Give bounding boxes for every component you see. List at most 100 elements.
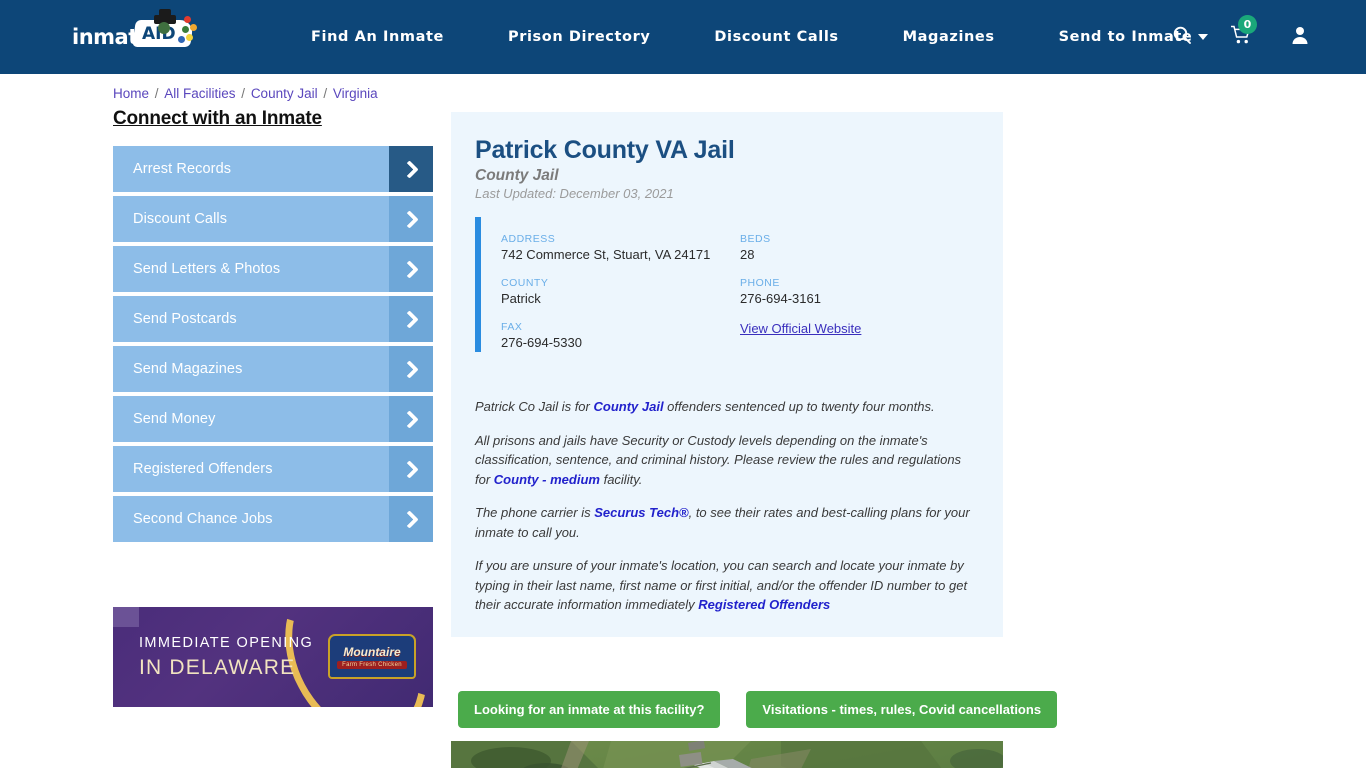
sidebar-item-label: Send Postcards — [133, 311, 237, 327]
nav-item-find-an-inmate[interactable]: Find An Inmate — [279, 29, 476, 45]
logo-dot-orange — [190, 24, 197, 31]
chevron-right-icon — [389, 246, 433, 292]
nav-label: Discount Calls — [714, 29, 839, 45]
address-label: ADDRESS — [501, 233, 556, 245]
sidebar-title: Connect with an Inmate — [113, 108, 322, 129]
facility-info-block: ADDRESS 742 Commerce St, Stuart, VA 2417… — [475, 217, 979, 383]
logo-dot-green — [182, 26, 189, 33]
official-website-link-wrap: View Official Website — [740, 321, 979, 336]
facility-description: Patrick Co Jail is for County Jail offen… — [451, 383, 1003, 637]
ad-subheadline: IN DELAWARE — [139, 656, 296, 679]
phone-value: 276-694-3161 — [740, 291, 821, 306]
link-county-medium[interactable]: County - medium — [494, 472, 600, 487]
sidebar-item-registered-offenders[interactable]: Registered Offenders — [113, 446, 433, 492]
sidebar-item-send-letters-photos[interactable]: Send Letters & Photos — [113, 246, 433, 292]
sidebar-item-label: Send Letters & Photos — [133, 261, 281, 277]
nav-label: Prison Directory — [508, 29, 651, 45]
link-securus-tech[interactable]: Securus Tech® — [594, 505, 688, 520]
phone-label: PHONE — [740, 277, 780, 289]
text-fragment: facility. — [599, 471, 643, 487]
sidebar: Connect with an Inmate Arrest Records Di… — [113, 108, 433, 546]
breadcrumb-separator: / — [151, 86, 163, 101]
breadcrumb-item-home[interactable]: Home — [113, 86, 149, 101]
breadcrumb: Home / All Facilities / County Jail / Vi… — [113, 86, 378, 101]
ad-advertiser-logo: Mountaire Farm Fresh Chicken — [328, 634, 416, 679]
county-value: Patrick — [501, 291, 541, 306]
facility-type: County Jail — [475, 167, 559, 184]
sidebar-item-label: Second Chance Jobs — [133, 511, 273, 527]
logo-dot-yellow — [186, 34, 193, 41]
cart-count-badge: 0 — [1238, 14, 1257, 34]
chevron-right-icon — [389, 296, 433, 342]
sidebar-item-label: Discount Calls — [133, 211, 228, 227]
cart-icon[interactable]: 0 — [1230, 14, 1257, 50]
primary-navigation: Find An Inmate Prison Directory Discount… — [279, 29, 1240, 45]
sidebar-item-label: Registered Offenders — [133, 461, 273, 477]
sidebar-item-send-money[interactable]: Send Money — [113, 396, 433, 442]
sidebar-item-label: Send Magazines — [133, 361, 243, 377]
breadcrumb-item-all-facilities[interactable]: All Facilities — [164, 86, 235, 101]
chevron-right-icon — [389, 446, 433, 492]
description-paragraph-2: All prisons and jails have Security or C… — [475, 431, 979, 490]
find-inmate-button[interactable]: Looking for an inmate at this facility? — [458, 691, 721, 728]
logo-dot-red — [184, 16, 191, 23]
logo-dot-blue — [178, 36, 185, 43]
county-label: COUNTY — [501, 277, 549, 289]
aerial-photo-graphic — [451, 741, 1003, 768]
fax-value: 276-694-5330 — [501, 335, 582, 350]
chevron-right-icon — [389, 346, 433, 392]
breadcrumb-separator: / — [237, 86, 249, 101]
chevron-right-icon — [389, 496, 433, 542]
chevron-right-icon — [389, 196, 433, 242]
link-county-jail[interactable]: County Jail — [593, 399, 663, 414]
sidebar-item-label: Send Money — [133, 411, 216, 427]
ad-brand-name: Mountaire — [343, 644, 401, 659]
info-column-right: BEDS 28 PHONE 276-694-3161 View Official… — [740, 233, 979, 365]
beds-value: 28 — [740, 247, 755, 262]
facility-detail-panel: Patrick County VA Jail County Jail Last … — [451, 112, 1003, 637]
logo-wordmark: inmate — [72, 25, 152, 49]
accent-bar — [475, 217, 481, 352]
ad-corner-accent — [113, 607, 139, 627]
sidebar-item-send-postcards[interactable]: Send Postcards — [113, 296, 433, 342]
beds-label: BEDS — [740, 233, 771, 245]
nav-label: Magazines — [902, 29, 995, 45]
page-title: Patrick County VA Jail — [475, 136, 735, 164]
logo-face-icon — [158, 22, 170, 34]
ad-headline: IMMEDIATE OPENING — [139, 635, 314, 651]
official-website-link[interactable]: View Official Website — [740, 321, 861, 336]
search-icon[interactable] — [1172, 25, 1192, 50]
text-fragment: The phone carrier is — [475, 505, 595, 520]
link-registered-offenders[interactable]: Registered Offenders — [698, 597, 830, 612]
text-fragment: offenders sentenced up to twenty four mo… — [663, 399, 935, 414]
breadcrumb-item-county-jail[interactable]: County Jail — [251, 86, 318, 101]
description-paragraph-4: If you are unsure of your inmate's locat… — [475, 556, 979, 615]
sidebar-item-send-magazines[interactable]: Send Magazines — [113, 346, 433, 392]
inmateaid-logo[interactable]: inmate AID — [72, 9, 197, 60]
sidebar-item-label: Arrest Records — [133, 161, 232, 177]
sidebar-item-discount-calls[interactable]: Discount Calls — [113, 196, 433, 242]
description-paragraph-3: The phone carrier is Securus Tech®, to s… — [475, 503, 979, 542]
nav-item-discount-calls[interactable]: Discount Calls — [682, 29, 870, 45]
sidebar-item-second-chance-jobs[interactable]: Second Chance Jobs — [113, 496, 433, 542]
facility-aerial-photo[interactable]: Patrick County Jail — [451, 741, 1003, 768]
breadcrumb-item-virginia[interactable]: Virginia — [333, 86, 378, 101]
chevron-right-icon — [389, 146, 433, 192]
nav-label: Find An Inmate — [311, 29, 444, 45]
ad-brand-tagline: Farm Fresh Chicken — [337, 660, 407, 669]
nav-item-magazines[interactable]: Magazines — [871, 29, 1027, 45]
fax-label: FAX — [501, 321, 523, 333]
site-header: inmate AID Find An Inmate Prison Directo… — [0, 0, 1366, 74]
user-account-icon[interactable] — [1290, 25, 1310, 50]
last-updated-text: Last Updated: December 03, 2021 — [475, 186, 674, 201]
cta-button-row: Looking for an inmate at this facility? … — [451, 691, 1058, 728]
sidebar-item-arrest-records[interactable]: Arrest Records — [113, 146, 433, 192]
nav-item-prison-directory[interactable]: Prison Directory — [476, 29, 682, 45]
advertisement-banner[interactable]: IMMEDIATE OPENING IN DELAWARE Mountaire … — [113, 607, 433, 707]
header-icon-group: 0 — [1172, 14, 1310, 50]
info-column-left: ADDRESS 742 Commerce St, Stuart, VA 2417… — [501, 233, 740, 365]
text-fragment: Patrick Co Jail is for — [475, 399, 594, 414]
chevron-right-icon — [389, 396, 433, 442]
description-paragraph-1: Patrick Co Jail is for County Jail offen… — [475, 397, 979, 417]
visitations-button[interactable]: Visitations - times, rules, Covid cancel… — [746, 691, 1058, 728]
